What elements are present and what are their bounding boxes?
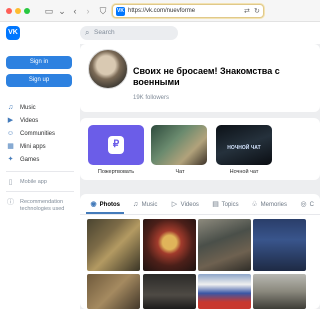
forward-arrow-icon[interactable]: ›: [84, 5, 92, 17]
night-chat-overlay: НОЧНОЙ ЧАТ: [227, 145, 261, 151]
photo-thumbnail[interactable]: [198, 274, 251, 309]
followers-count[interactable]: 19K followers: [133, 95, 169, 101]
sidebar-item-videos[interactable]: ▶ Videos: [6, 116, 76, 126]
chevron-down-icon[interactable]: ⌄: [58, 5, 66, 17]
sidebar-item-mini-apps[interactable]: ▦ Mini apps: [6, 142, 76, 152]
sidebar-divider: [6, 191, 74, 192]
recommendation-label: Recommendation technologies used: [20, 199, 65, 212]
tab-videos[interactable]: ▷ Videos: [170, 200, 199, 210]
sidebar-item-label: Music: [20, 105, 36, 111]
ruble-icon: ₽: [108, 136, 124, 154]
music-icon: ♫: [132, 201, 139, 208]
group-avatar[interactable]: [88, 49, 128, 89]
tab-music[interactable]: ♫ Music: [131, 200, 157, 210]
info-icon: ⓘ: [7, 199, 14, 206]
address-url[interactable]: https://vk.com/nuevforme: [128, 5, 195, 18]
app-label-night-chat[interactable]: Ночной чат: [214, 169, 274, 175]
address-bar[interactable]: VK https://vk.com/nuevforme ⇄ ↻: [112, 4, 264, 18]
clips-icon: ◎: [300, 201, 307, 208]
sign-up-button[interactable]: Sign up: [6, 74, 72, 87]
video-icon: ▷: [171, 201, 178, 208]
sidebar-item-games[interactable]: ✦ Games: [6, 155, 76, 165]
group-title: Своих не бросаем! Знакомства с военными: [133, 66, 280, 87]
sidebar-toggle-icon[interactable]: ▭: [42, 5, 56, 17]
sidebar-item-music[interactable]: ♫ Music: [6, 103, 76, 113]
app-label-chat[interactable]: Чат: [150, 169, 210, 175]
app-label-donate[interactable]: Пожертвовать: [86, 169, 146, 175]
tabs-divider: [80, 214, 320, 215]
sign-in-button[interactable]: Sign in: [6, 56, 72, 69]
photo-thumbnail[interactable]: [253, 274, 306, 309]
site-favicon-icon: VK: [116, 7, 125, 16]
photo-thumbnail[interactable]: [253, 219, 306, 271]
sidebar-divider: [6, 171, 74, 172]
sidebar-item-label: Communities: [20, 131, 56, 137]
photo-thumbnail[interactable]: [87, 219, 140, 271]
phone-icon: ▯: [8, 179, 13, 186]
photo-thumbnail[interactable]: [198, 219, 251, 271]
tab-label: Memories: [260, 202, 288, 208]
browser-toolbar: ▭ ⌄ ‹ › ⛉ VK https://vk.com/nuevforme ⇄ …: [0, 0, 320, 22]
photo-thumbnail[interactable]: [87, 274, 140, 309]
photo-thumbnail[interactable]: [143, 274, 196, 309]
zoom-window-button[interactable]: [24, 8, 30, 14]
search-placeholder: Search: [94, 29, 115, 36]
tab-topics[interactable]: ▤ Topics: [211, 200, 239, 210]
sidebar-item-label: Mobile app: [20, 179, 47, 185]
tab-label: Videos: [180, 202, 199, 208]
search-icon: ⌕: [85, 28, 90, 37]
close-window-button[interactable]: [6, 8, 12, 14]
tab-label: C: [309, 202, 315, 208]
music-icon: ♫: [7, 104, 14, 111]
tab-photos[interactable]: ◉ Photos: [89, 200, 120, 210]
video-icon: ▶: [7, 117, 14, 124]
sidebar-item-label: Mini apps: [20, 144, 46, 150]
photo-thumbnail[interactable]: [143, 219, 196, 271]
vk-logo[interactable]: VK: [6, 26, 20, 40]
tab-label: Music: [141, 202, 158, 208]
topics-icon: ▤: [212, 201, 219, 208]
tab-label: Photos: [99, 202, 121, 208]
back-arrow-icon[interactable]: ‹: [71, 5, 79, 17]
app-night-chat[interactable]: НОЧНОЙ ЧАТ: [216, 125, 272, 165]
sidebar-item-communities[interactable]: ☺ Communities: [6, 129, 76, 139]
reload-icon[interactable]: ↻: [254, 6, 260, 17]
mini-apps-icon: ▦: [7, 143, 14, 150]
memories-icon: ♧: [251, 201, 258, 208]
shield-icon[interactable]: ⛉: [98, 5, 108, 17]
search-input[interactable]: ⌕ Search: [80, 26, 178, 40]
translate-icon[interactable]: ⇄: [244, 6, 250, 17]
communities-icon: ☺: [6, 130, 15, 137]
minimize-window-button[interactable]: [15, 8, 21, 14]
tab-label: Topics: [221, 202, 239, 208]
app-chat[interactable]: [151, 125, 207, 165]
sidebar-item-label: Videos: [20, 118, 39, 124]
tab-clips[interactable]: ◎ C: [299, 200, 314, 210]
photo-icon: ◉: [90, 201, 97, 208]
sidebar-item-label: Games: [20, 157, 40, 163]
app-donate[interactable]: ₽: [88, 125, 144, 165]
games-icon: ✦: [7, 156, 14, 163]
tab-memories[interactable]: ♧ Memories: [250, 200, 287, 210]
